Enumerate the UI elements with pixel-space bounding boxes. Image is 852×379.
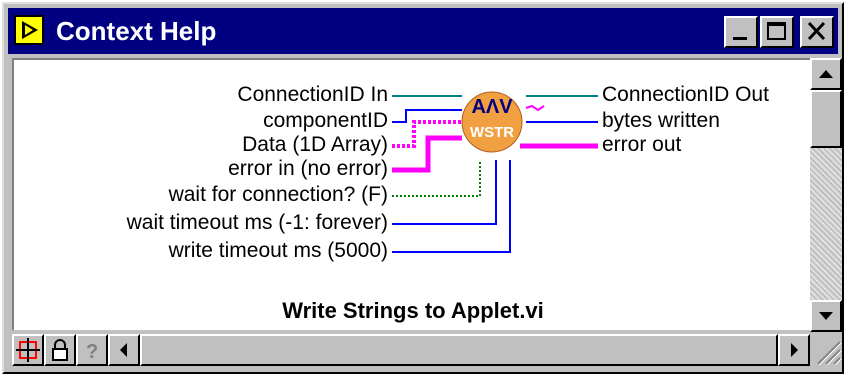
horizontal-scroll-thumb[interactable] (140, 334, 778, 366)
maximize-button[interactable] (760, 16, 794, 48)
labview-app-icon (14, 15, 44, 45)
terminal-write-timeout: write timeout ms (5000) (168, 239, 388, 262)
arrow-up-icon (819, 70, 833, 78)
vi-icon-label: WSTR (469, 124, 515, 141)
close-button[interactable] (800, 16, 834, 48)
scroll-up-button[interactable] (810, 58, 842, 90)
resize-grip-icon (817, 341, 842, 366)
arrow-down-icon (819, 312, 833, 320)
scroll-thumb[interactable] (810, 90, 842, 148)
terminal-connectionid-out: ConnectionID Out (602, 83, 769, 106)
minimize-button[interactable] (724, 16, 758, 48)
diagram-toggle-icon (16, 338, 40, 362)
terminal-wait-timeout: wait timeout ms (-1: forever) (126, 211, 388, 234)
terminal-componentid: componentID (263, 109, 388, 132)
close-icon (807, 21, 826, 41)
arrow-right-icon (791, 343, 798, 357)
vi-name-caption: Write Strings to Applet.vi (282, 298, 544, 323)
scroll-right-button[interactable] (778, 334, 810, 366)
vi-icon-glyph: AΛV (471, 96, 513, 118)
terminal-data-1d-array: Data (1D Array) (242, 133, 388, 156)
terminal-error-in: error in (no error) (228, 157, 388, 180)
lock-icon (52, 339, 68, 361)
help-button[interactable]: ? (76, 334, 108, 366)
window-title: Context Help (56, 16, 217, 46)
resize-grip[interactable] (810, 334, 842, 366)
title-bar[interactable]: Context Help (8, 8, 838, 54)
terminal-connectionid-in: ConnectionID In (237, 83, 388, 106)
minimize-icon (733, 37, 747, 40)
context-help-window: Context Help AΛV WSTR ConnectionID In co… (2, 2, 844, 374)
terminal-error-out: error out (602, 133, 682, 156)
help-question-icon: ? (86, 341, 98, 363)
diagram-toggle-button[interactable] (12, 334, 44, 366)
arrow-left-icon (120, 343, 127, 357)
lock-button[interactable] (44, 334, 76, 366)
svg-text:?: ? (86, 341, 98, 363)
maximize-icon (767, 22, 786, 40)
bottom-toolbar: ? (12, 334, 810, 366)
terminal-bytes-written: bytes written (602, 109, 720, 132)
terminal-wait-for-connection: wait for connection? (F) (168, 183, 388, 206)
help-content-area: AΛV WSTR ConnectionID In componentID Dat… (12, 58, 810, 330)
scroll-left-button[interactable] (108, 334, 140, 366)
vertical-scrollbar[interactable] (810, 58, 842, 334)
scroll-down-button[interactable] (810, 300, 842, 332)
scroll-track[interactable] (810, 148, 842, 300)
